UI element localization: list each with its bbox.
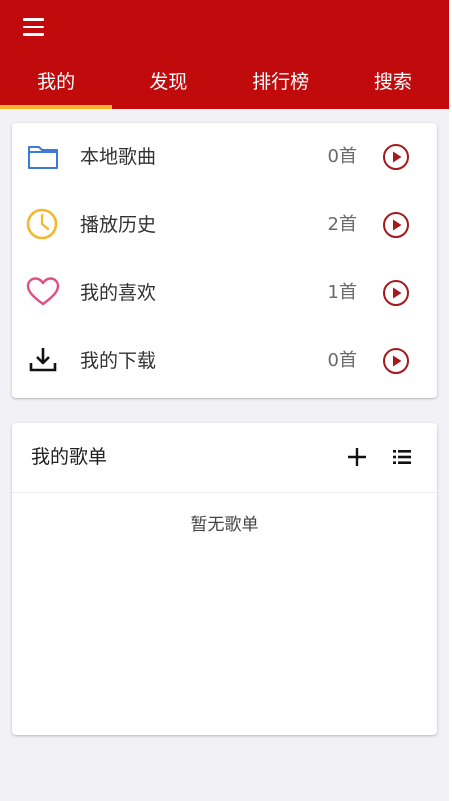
item-count: 1首	[327, 282, 357, 303]
play-icon[interactable]	[382, 211, 410, 239]
playlists-title: 我的歌单	[31, 446, 108, 468]
folder-icon	[28, 146, 58, 169]
tab-bar: 我的 发现 排行榜 搜索	[0, 58, 449, 109]
heart-icon	[26, 277, 60, 306]
playlists-card: 我的歌单 暂无歌单	[12, 423, 437, 735]
item-count: 0首	[327, 146, 357, 167]
list-item-downloads[interactable]: 我的下载 0首	[12, 327, 437, 395]
list-item-history[interactable]: 播放历史 2首	[12, 191, 437, 259]
tab-discover[interactable]: 发现	[112, 58, 224, 109]
play-icon[interactable]	[382, 279, 410, 307]
item-label: 本地歌曲	[80, 146, 157, 168]
list-item-local-songs[interactable]: 本地歌曲 0首	[12, 123, 437, 191]
tab-mine[interactable]: 我的	[0, 58, 113, 109]
play-icon[interactable]	[382, 347, 410, 375]
play-icon[interactable]	[382, 143, 410, 171]
item-label: 播放历史	[80, 214, 157, 236]
divider	[12, 492, 437, 493]
plus-icon[interactable]	[345, 445, 369, 469]
list-icon[interactable]	[390, 445, 414, 469]
menu-icon[interactable]	[22, 15, 46, 39]
tab-charts[interactable]: 排行榜	[225, 58, 337, 109]
empty-playlists-text: 暂无歌单	[190, 515, 259, 535]
item-label: 我的下载	[80, 350, 157, 372]
item-label: 我的喜欢	[80, 282, 157, 304]
app-bar: 我的 发现 排行榜 搜索	[0, 0, 449, 109]
list-item-favorites[interactable]: 我的喜欢 1首	[12, 259, 437, 327]
download-icon	[29, 348, 57, 372]
tab-search[interactable]: 搜索	[337, 58, 449, 109]
item-count: 0首	[327, 350, 357, 371]
clock-icon	[26, 208, 58, 240]
library-card: 本地歌曲 0首 播放历史 2首 我的喜欢 1首 我的下载 0首	[12, 123, 437, 398]
item-count: 2首	[327, 214, 357, 235]
